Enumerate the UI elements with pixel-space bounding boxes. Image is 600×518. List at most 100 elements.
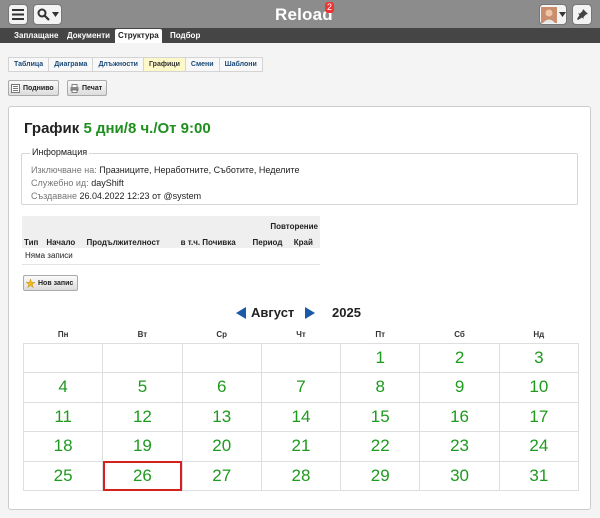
info-excluded-row: Изключване на: Празниците, Неработните, … <box>31 165 299 175</box>
calendar-day[interactable]: 6 <box>181 372 262 403</box>
calendar-day[interactable]: 12 <box>102 401 183 432</box>
tab-structure[interactable]: Структура <box>115 29 162 43</box>
calendar-day[interactable]: 8 <box>340 372 421 403</box>
notification-badge[interactable]: 2 <box>325 2 335 13</box>
calendar-year[interactable]: 2025 <box>332 305 361 320</box>
subtab-table[interactable]: Таблица <box>9 58 50 71</box>
calendar-day[interactable]: 23 <box>419 431 500 462</box>
search-button[interactable] <box>33 4 62 25</box>
weekday-thu: Чт <box>261 326 341 343</box>
calendar-day <box>22 342 104 373</box>
calendar-day[interactable]: 28 <box>260 460 342 491</box>
calendar-day[interactable]: 21 <box>260 431 342 462</box>
arrow-left-icon[interactable] <box>236 307 246 319</box>
calendar-day[interactable]: 5 <box>102 372 183 403</box>
calendar-day[interactable]: 24 <box>498 431 580 462</box>
weekday-fri: Пт <box>340 326 420 343</box>
calendar-month: Август <box>251 305 295 320</box>
page-title-label: График <box>24 120 80 137</box>
calendar-day[interactable]: 2 <box>419 342 500 373</box>
calendar-day[interactable]: 15 <box>340 401 421 432</box>
star-icon <box>26 278 35 288</box>
calendar-day[interactable]: 9 <box>419 372 500 403</box>
calendar-day[interactable]: 19 <box>102 431 183 462</box>
calendar-day[interactable]: 13 <box>181 401 262 432</box>
sub-tab-bar: Таблица Диаграма Длъжности Графици Смени… <box>8 57 263 72</box>
calendar-day[interactable]: 30 <box>419 460 500 491</box>
search-icon <box>37 8 50 21</box>
table-row: Няма записи <box>22 248 320 265</box>
print-button[interactable]: Печат <box>67 80 108 96</box>
up-level-icon <box>11 83 20 93</box>
col-period: Период <box>250 232 292 248</box>
subtab-diagram[interactable]: Диаграма <box>49 58 94 71</box>
col-duration: Продължителност <box>84 216 179 248</box>
calendar-day[interactable]: 17 <box>498 401 580 432</box>
new-record-label: Нов запис <box>38 279 74 287</box>
info-fieldset: Информация Изключване на: Празниците, Не… <box>21 147 578 205</box>
calendar-day <box>102 342 183 373</box>
calendar-day[interactable]: 29 <box>340 460 421 491</box>
subtab-positions[interactable]: Длъжности <box>93 58 144 71</box>
up-level-label: Подниво <box>23 84 54 92</box>
chevron-down-icon <box>51 12 59 17</box>
col-start: Начало <box>44 216 85 248</box>
calendar-day-today[interactable]: 26 <box>102 460 183 491</box>
tab-payroll[interactable]: Заплащане <box>11 29 61 43</box>
calendar-week: 25 26 27 28 29 30 31 <box>22 460 580 491</box>
subtab-templates[interactable]: Шаблони <box>220 58 262 71</box>
tab-recruitment[interactable]: Подбор <box>167 29 203 43</box>
calendar-week: 18 19 20 21 22 23 24 <box>22 431 580 462</box>
periods-table: Тип Начало Продължителност в т.ч. Почивк… <box>22 216 320 265</box>
calendar-day[interactable]: 16 <box>419 401 500 432</box>
calendar-day[interactable]: 31 <box>498 460 580 491</box>
printer-icon <box>70 83 79 93</box>
user-menu-button[interactable] <box>539 4 567 25</box>
info-legend: Информация <box>30 147 90 157</box>
created-value: 26.04.2022 12:23 от @system <box>79 191 202 201</box>
page-title: График 5 дни/8 ч./От 9:00 <box>24 120 211 137</box>
calendar-day[interactable]: 1 <box>340 342 421 373</box>
up-level-button[interactable]: Подниво <box>8 80 59 96</box>
calendar-week: 11 12 13 14 15 16 17 <box>22 401 580 432</box>
chevron-down-icon <box>558 12 566 17</box>
menu-button[interactable] <box>8 4 28 25</box>
calendar-day[interactable]: 25 <box>22 460 104 491</box>
arrow-right-icon[interactable] <box>305 307 315 319</box>
calendar-day[interactable]: 18 <box>22 431 104 462</box>
calendar-day[interactable]: 20 <box>181 431 262 462</box>
weekday-sun: Нд <box>499 326 579 343</box>
calendar-day <box>260 342 342 373</box>
info-created-row: Създаване 26.04.2022 12:23 от @system <box>31 191 201 201</box>
col-break: в т.ч. Почивка <box>178 216 251 248</box>
service-value: dayShift <box>91 178 124 188</box>
col-end: Край <box>291 232 320 248</box>
calendar-day[interactable]: 7 <box>260 372 342 403</box>
col-type: Тип <box>22 216 45 248</box>
created-label: Създаване <box>31 191 77 201</box>
subtab-shifts[interactable]: Смени <box>186 58 220 71</box>
tab-documents[interactable]: Документи <box>64 29 113 43</box>
calendar-day <box>181 342 262 373</box>
subtab-schedules[interactable]: Графици <box>143 58 186 71</box>
weekday-mon: Пн <box>23 326 103 343</box>
info-service-row: Служебно ид: dayShift <box>31 178 124 188</box>
excluded-value: Празниците, Неработните, Съботите, Недел… <box>99 165 300 175</box>
pin-button[interactable] <box>572 4 592 25</box>
col-repeat: Повторение <box>250 216 320 232</box>
calendar-day[interactable]: 11 <box>22 401 104 432</box>
main-tab-bar: Заплащане Документи Структура Подбор <box>0 28 600 43</box>
calendar-week: 1 2 3 <box>22 342 580 373</box>
calendar-week: 4 5 6 7 8 9 10 <box>22 372 580 403</box>
calendar-day[interactable]: 10 <box>498 372 580 403</box>
calendar-day[interactable]: 3 <box>498 342 580 373</box>
schedule-panel: График 5 дни/8 ч./От 9:00 Информация Изк… <box>8 106 591 510</box>
calendar-day[interactable]: 14 <box>260 401 342 432</box>
calendar-day[interactable]: 27 <box>181 460 262 491</box>
calendar-day[interactable]: 4 <box>22 372 104 403</box>
top-bar: Reload 2 <box>0 0 600 28</box>
new-record-button[interactable]: Нов запис <box>23 275 79 291</box>
schedule-name: 5 дни/8 ч./От 9:00 <box>83 120 211 137</box>
calendar-day[interactable]: 22 <box>340 431 421 462</box>
print-label: Печат <box>82 84 103 92</box>
